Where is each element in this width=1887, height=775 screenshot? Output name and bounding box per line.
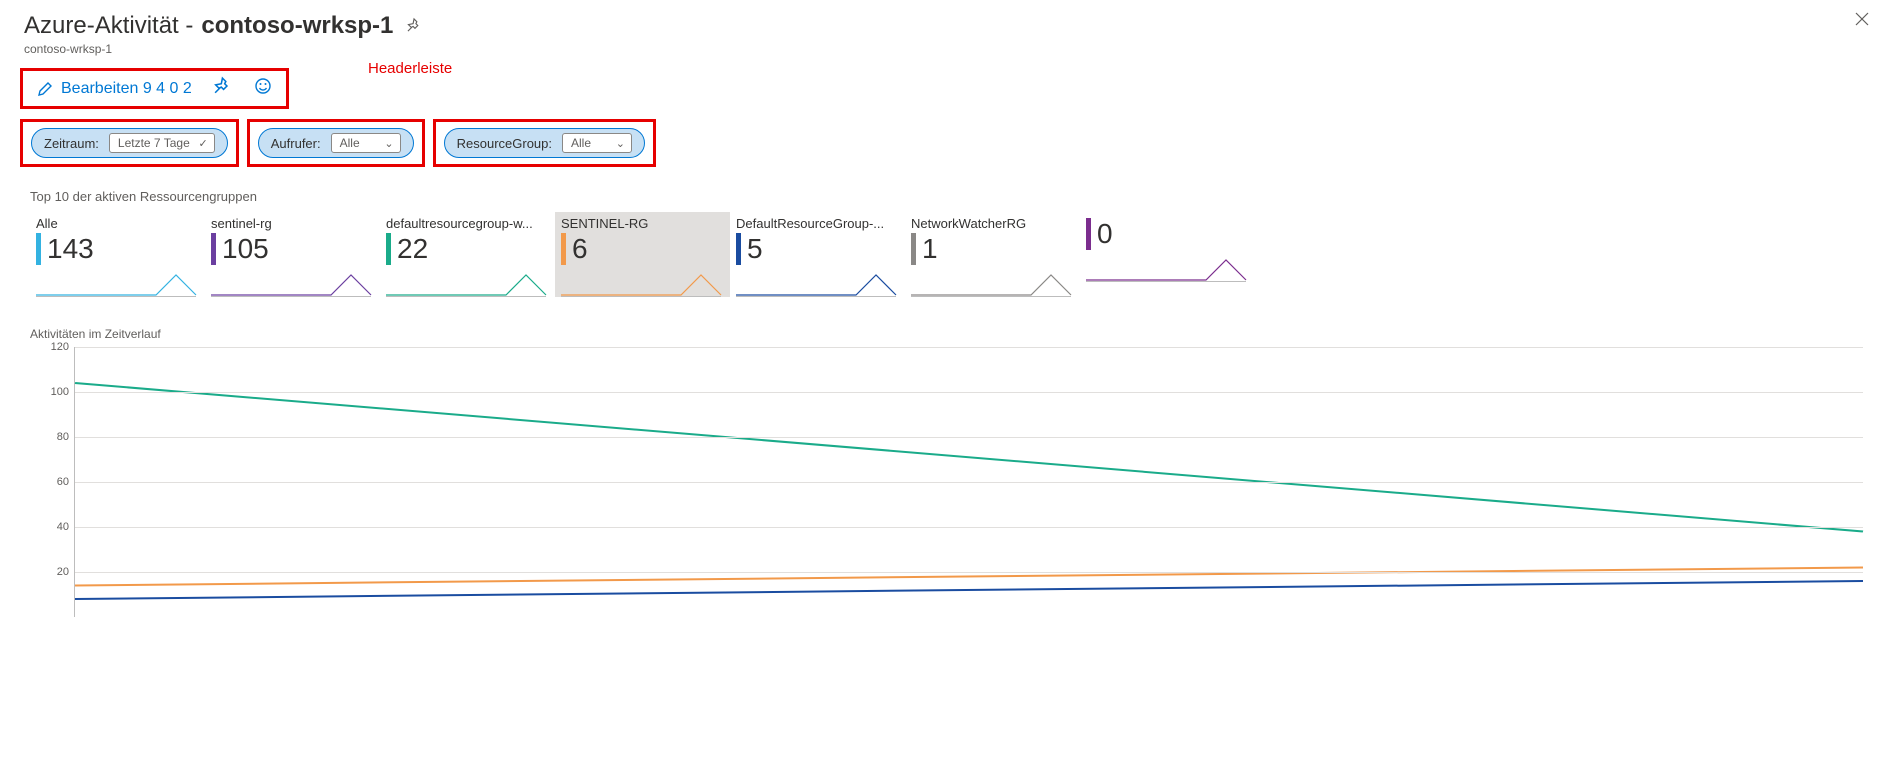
tile-sparkline xyxy=(561,269,721,297)
chart-series-line xyxy=(75,383,1863,532)
tile-value: 6 xyxy=(572,233,588,265)
tile-accent-bar xyxy=(386,233,391,265)
edit-button[interactable]: Bearbeiten 9 4 0 2 xyxy=(37,80,192,98)
filter-caller[interactable]: Aufrufer: Alle ⌄ xyxy=(258,128,414,158)
chart-area: 20406080100120 xyxy=(74,347,1863,617)
filter-time-highlight: Zeitraum: Letzte 7 Tage ✓ xyxy=(20,119,239,167)
tile-label: NetworkWatcherRG xyxy=(911,216,1074,231)
tile-sparkline xyxy=(911,269,1071,297)
y-axis-tick: 120 xyxy=(51,341,69,353)
filter-time-select[interactable]: Letzte 7 Tage ✓ xyxy=(109,133,215,153)
tile-accent-bar xyxy=(736,233,741,265)
chevron-down-icon: ⌄ xyxy=(384,137,393,150)
resource-group-tile[interactable]: defaultresourcegroup-w... 22 xyxy=(380,212,555,297)
page-title-prefix: Azure-Aktivität - xyxy=(24,12,193,40)
tile-sparkline xyxy=(36,269,196,297)
pin-button[interactable] xyxy=(214,77,232,100)
edit-label: Bearbeiten 9 4 0 2 xyxy=(61,80,192,98)
tile-accent-bar xyxy=(561,233,566,265)
filter-rg-label: ResourceGroup: xyxy=(457,136,552,151)
filter-time-label: Zeitraum: xyxy=(44,136,99,151)
filter-caller-select[interactable]: Alle ⌄ xyxy=(331,133,401,153)
y-axis-tick: 60 xyxy=(57,476,69,488)
chevron-down-icon: ⌄ xyxy=(616,137,625,150)
chevron-down-icon: ✓ xyxy=(199,137,208,150)
tile-label: defaultresourcegroup-w... xyxy=(386,216,549,231)
tiles-row: Alle 143 sentinel-rg 105 defaultresource… xyxy=(30,212,1887,297)
chart-title: Aktivitäten im Zeitverlauf xyxy=(30,327,1863,341)
resource-group-tile[interactable]: SENTINEL-RG 6 xyxy=(555,212,730,297)
filter-rg-highlight: ResourceGroup: Alle ⌄ xyxy=(433,119,656,167)
page-title: contoso-wrksp-1 xyxy=(201,12,393,40)
pencil-icon xyxy=(37,81,53,97)
y-axis-tick: 80 xyxy=(57,431,69,443)
y-axis-tick: 100 xyxy=(51,386,69,398)
filter-rg-select[interactable]: Alle ⌄ xyxy=(562,133,632,153)
tile-value: 22 xyxy=(397,233,428,265)
resource-group-tile[interactable]: sentinel-rg 105 xyxy=(205,212,380,297)
tile-sparkline xyxy=(211,269,371,297)
grid-line xyxy=(75,347,1863,348)
tile-sparkline xyxy=(1086,254,1246,282)
tile-accent-bar xyxy=(211,233,216,265)
tile-sparkline xyxy=(386,269,546,297)
tile-value: 105 xyxy=(222,233,269,265)
grid-line xyxy=(75,527,1863,528)
tile-sparkline xyxy=(736,269,896,297)
resource-group-tile[interactable]: 0 xyxy=(1080,212,1255,297)
annotation-label: Headerleiste xyxy=(368,60,452,77)
tile-label: Alle xyxy=(36,216,199,231)
y-axis-tick: 40 xyxy=(57,521,69,533)
toolbar-highlight: Bearbeiten 9 4 0 2 xyxy=(20,68,289,109)
filter-resourcegroup[interactable]: ResourceGroup: Alle ⌄ xyxy=(444,128,645,158)
pin-icon[interactable] xyxy=(407,18,422,38)
filters-row: Zeitraum: Letzte 7 Tage ✓ Aufrufer: Alle… xyxy=(20,119,1867,167)
grid-line xyxy=(75,437,1863,438)
close-icon[interactable] xyxy=(1855,10,1869,31)
resource-group-tile[interactable]: DefaultResourceGroup-... 5 xyxy=(730,212,905,297)
tile-accent-bar xyxy=(36,233,41,265)
grid-line xyxy=(75,482,1863,483)
tile-accent-bar xyxy=(1086,218,1091,250)
tile-value: 0 xyxy=(1097,218,1113,250)
smiley-button[interactable] xyxy=(254,77,272,100)
tile-label: DefaultResourceGroup-... xyxy=(736,216,899,231)
tile-label: SENTINEL-RG xyxy=(561,216,724,231)
grid-line xyxy=(75,392,1863,393)
page-header: Azure-Aktivität - contoso-wrksp-1 contos… xyxy=(0,0,1887,60)
y-axis-tick: 20 xyxy=(57,566,69,578)
tiles-section-title: Top 10 der aktiven Ressourcengruppen xyxy=(30,189,1887,204)
resource-group-tile[interactable]: NetworkWatcherRG 1 xyxy=(905,212,1080,297)
filter-caller-highlight: Aufrufer: Alle ⌄ xyxy=(247,119,425,167)
tile-accent-bar xyxy=(911,233,916,265)
resource-group-tile[interactable]: Alle 143 xyxy=(30,212,205,297)
tile-label: sentinel-rg xyxy=(211,216,374,231)
tile-value: 1 xyxy=(922,233,938,265)
tile-value: 5 xyxy=(747,233,763,265)
filter-caller-label: Aufrufer: xyxy=(271,136,321,151)
filter-time[interactable]: Zeitraum: Letzte 7 Tage ✓ xyxy=(31,128,228,158)
grid-line xyxy=(75,572,1863,573)
tile-value: 143 xyxy=(47,233,94,265)
breadcrumb: contoso-wrksp-1 xyxy=(24,42,1863,56)
